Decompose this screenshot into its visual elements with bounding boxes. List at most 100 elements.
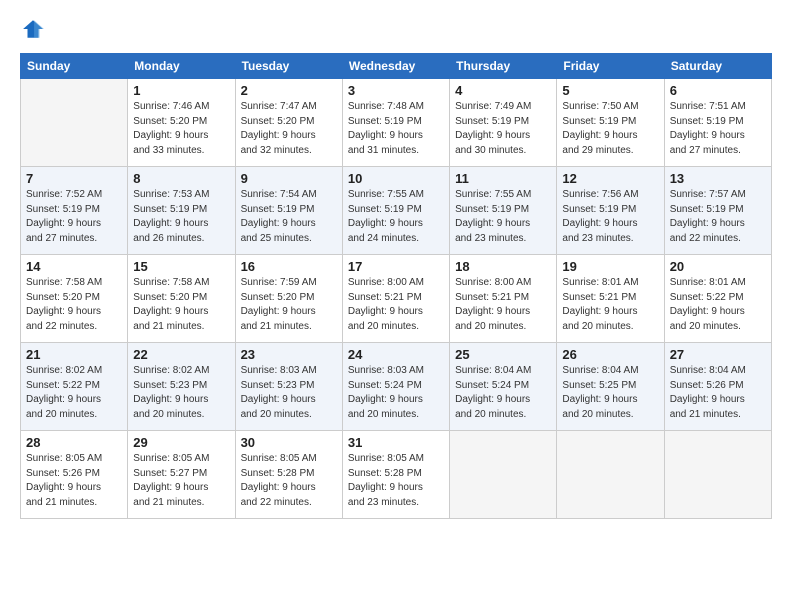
calendar-cell: 24 Sunrise: 8:03 AMSunset: 5:24 PMDayligh… xyxy=(342,343,449,431)
calendar-cell: 26Sunrise: 8:04 AMSunset: 5:25 PMDayligh… xyxy=(557,343,664,431)
day-info: Sunrise: 7:46 AMSunset: 5:20 PMDaylight:… xyxy=(133,100,229,158)
day-number: 31 xyxy=(348,435,444,450)
header xyxy=(20,18,772,45)
calendar-cell: 27 Sunrise: 8:04 AMSunset: 5:26 PMDayligh… xyxy=(664,343,771,431)
weekday-header: Tuesday xyxy=(235,54,342,79)
day-number: 15 xyxy=(133,259,229,274)
day-info: Sunrise: 8:03 AMSunset: 5:24 PMDaylight:… xyxy=(348,364,444,422)
calendar-cell: 8 Sunrise: 7:53 AMSunset: 5:19 PMDaylight… xyxy=(128,167,235,255)
day-info: Sunrise: 7:48 AMSunset: 5:19 PMDaylight:… xyxy=(348,100,444,158)
day-info: Sunrise: 7:52 AMSunset: 5:19 PMDaylight:… xyxy=(26,188,122,246)
day-info: Sunrise: 8:00 AMSunset: 5:21 PMDaylight:… xyxy=(455,276,551,334)
day-info: Sunrise: 8:05 AMSunset: 5:26 PMDaylight:… xyxy=(26,452,122,510)
weekday-header: Monday xyxy=(128,54,235,79)
day-info: Sunrise: 8:00 AMSunset: 5:21 PMDaylight:… xyxy=(348,276,444,334)
calendar-cell: 12 Sunrise: 7:56 AMSunset: 5:19 PMDayligh… xyxy=(557,167,664,255)
calendar-cell: 7Sunrise: 7:52 AMSunset: 5:19 PMDaylight… xyxy=(21,167,128,255)
day-info: Sunrise: 7:55 AMSunset: 5:19 PMDaylight:… xyxy=(455,188,551,246)
calendar-cell: 11 Sunrise: 7:55 AMSunset: 5:19 PMDayligh… xyxy=(450,167,557,255)
calendar-cell: 14 Sunrise: 7:58 AMSunset: 5:20 PMDayligh… xyxy=(21,255,128,343)
day-info: Sunrise: 8:03 AMSunset: 5:23 PMDaylight:… xyxy=(241,364,337,422)
logo-icon xyxy=(22,18,44,40)
calendar-cell: 23 Sunrise: 8:03 AMSunset: 5:23 PMDayligh… xyxy=(235,343,342,431)
calendar-week-row: 28Sunrise: 8:05 AMSunset: 5:26 PMDayligh… xyxy=(21,431,772,519)
day-number: 12 xyxy=(562,171,658,186)
day-info: Sunrise: 7:56 AMSunset: 5:19 PMDaylight:… xyxy=(562,188,658,246)
day-number: 18 xyxy=(455,259,551,274)
day-number: 1 xyxy=(133,83,229,98)
calendar-cell: 10 Sunrise: 7:55 AMSunset: 5:19 PMDayligh… xyxy=(342,167,449,255)
day-info: Sunrise: 7:53 AMSunset: 5:19 PMDaylight:… xyxy=(133,188,229,246)
day-number: 29 xyxy=(133,435,229,450)
day-info: Sunrise: 8:02 AMSunset: 5:22 PMDaylight:… xyxy=(26,364,122,422)
calendar-cell: 21 Sunrise: 8:02 AMSunset: 5:22 PMDayligh… xyxy=(21,343,128,431)
day-number: 11 xyxy=(455,171,551,186)
day-number: 19 xyxy=(562,259,658,274)
calendar-cell: 19 Sunrise: 8:01 AMSunset: 5:21 PMDayligh… xyxy=(557,255,664,343)
weekday-header: Wednesday xyxy=(342,54,449,79)
day-number: 17 xyxy=(348,259,444,274)
calendar-week-row: 7Sunrise: 7:52 AMSunset: 5:19 PMDaylight… xyxy=(21,167,772,255)
calendar-cell: 3 Sunrise: 7:48 AMSunset: 5:19 PMDaylight… xyxy=(342,79,449,167)
calendar-week-row: 1 Sunrise: 7:46 AMSunset: 5:20 PMDaylight… xyxy=(21,79,772,167)
day-info: Sunrise: 7:49 AMSunset: 5:19 PMDaylight:… xyxy=(455,100,551,158)
calendar-cell: 1 Sunrise: 7:46 AMSunset: 5:20 PMDaylight… xyxy=(128,79,235,167)
calendar-cell: 20Sunrise: 8:01 AMSunset: 5:22 PMDayligh… xyxy=(664,255,771,343)
day-info: Sunrise: 8:05 AMSunset: 5:28 PMDaylight:… xyxy=(348,452,444,510)
day-number: 16 xyxy=(241,259,337,274)
calendar-cell: 4Sunrise: 7:49 AMSunset: 5:19 PMDaylight… xyxy=(450,79,557,167)
day-number: 13 xyxy=(670,171,766,186)
logo xyxy=(20,18,44,45)
day-info: Sunrise: 7:54 AMSunset: 5:19 PMDaylight:… xyxy=(241,188,337,246)
calendar-week-row: 14 Sunrise: 7:58 AMSunset: 5:20 PMDayligh… xyxy=(21,255,772,343)
day-number: 21 xyxy=(26,347,122,362)
day-info: Sunrise: 8:04 AMSunset: 5:26 PMDaylight:… xyxy=(670,364,766,422)
weekday-header: Friday xyxy=(557,54,664,79)
calendar-cell: 25 Sunrise: 8:04 AMSunset: 5:24 PMDayligh… xyxy=(450,343,557,431)
day-number: 5 xyxy=(562,83,658,98)
calendar-cell: 22Sunrise: 8:02 AMSunset: 5:23 PMDayligh… xyxy=(128,343,235,431)
day-number: 2 xyxy=(241,83,337,98)
day-info: Sunrise: 8:04 AMSunset: 5:24 PMDaylight:… xyxy=(455,364,551,422)
day-info: Sunrise: 8:05 AMSunset: 5:27 PMDaylight:… xyxy=(133,452,229,510)
day-number: 9 xyxy=(241,171,337,186)
day-info: Sunrise: 8:05 AMSunset: 5:28 PMDaylight:… xyxy=(241,452,337,510)
calendar-cell xyxy=(450,431,557,519)
calendar-cell: 31 Sunrise: 8:05 AMSunset: 5:28 PMDayligh… xyxy=(342,431,449,519)
calendar-cell: 29 Sunrise: 8:05 AMSunset: 5:27 PMDayligh… xyxy=(128,431,235,519)
day-info: Sunrise: 7:50 AMSunset: 5:19 PMDaylight:… xyxy=(562,100,658,158)
day-number: 10 xyxy=(348,171,444,186)
day-number: 24 xyxy=(348,347,444,362)
weekday-header: Thursday xyxy=(450,54,557,79)
day-number: 30 xyxy=(241,435,337,450)
calendar-cell: 13 Sunrise: 7:57 AMSunset: 5:19 PMDayligh… xyxy=(664,167,771,255)
day-number: 27 xyxy=(670,347,766,362)
calendar-cell: 2Sunrise: 7:47 AMSunset: 5:20 PMDaylight… xyxy=(235,79,342,167)
day-number: 14 xyxy=(26,259,122,274)
day-number: 8 xyxy=(133,171,229,186)
calendar-cell: 15 Sunrise: 7:58 AMSunset: 5:20 PMDayligh… xyxy=(128,255,235,343)
day-number: 23 xyxy=(241,347,337,362)
calendar-cell: 17 Sunrise: 8:00 AMSunset: 5:21 PMDayligh… xyxy=(342,255,449,343)
day-number: 25 xyxy=(455,347,551,362)
day-info: Sunrise: 7:58 AMSunset: 5:20 PMDaylight:… xyxy=(133,276,229,334)
day-info: Sunrise: 7:59 AMSunset: 5:20 PMDaylight:… xyxy=(241,276,337,334)
day-info: Sunrise: 7:57 AMSunset: 5:19 PMDaylight:… xyxy=(670,188,766,246)
calendar-cell: 18 Sunrise: 8:00 AMSunset: 5:21 PMDayligh… xyxy=(450,255,557,343)
calendar-cell xyxy=(664,431,771,519)
day-number: 3 xyxy=(348,83,444,98)
calendar-cell xyxy=(21,79,128,167)
day-number: 20 xyxy=(670,259,766,274)
calendar-cell: 6Sunrise: 7:51 AMSunset: 5:19 PMDaylight… xyxy=(664,79,771,167)
calendar-cell: 16 Sunrise: 7:59 AMSunset: 5:20 PMDayligh… xyxy=(235,255,342,343)
day-info: Sunrise: 8:01 AMSunset: 5:21 PMDaylight:… xyxy=(562,276,658,334)
calendar-week-row: 21 Sunrise: 8:02 AMSunset: 5:22 PMDayligh… xyxy=(21,343,772,431)
calendar-header-row: SundayMondayTuesdayWednesdayThursdayFrid… xyxy=(21,54,772,79)
weekday-header: Sunday xyxy=(21,54,128,79)
day-number: 22 xyxy=(133,347,229,362)
calendar-cell: 9 Sunrise: 7:54 AMSunset: 5:19 PMDaylight… xyxy=(235,167,342,255)
day-info: Sunrise: 7:55 AMSunset: 5:19 PMDaylight:… xyxy=(348,188,444,246)
day-info: Sunrise: 7:58 AMSunset: 5:20 PMDaylight:… xyxy=(26,276,122,334)
day-number: 6 xyxy=(670,83,766,98)
page-container: SundayMondayTuesdayWednesdayThursdayFrid… xyxy=(0,0,792,531)
